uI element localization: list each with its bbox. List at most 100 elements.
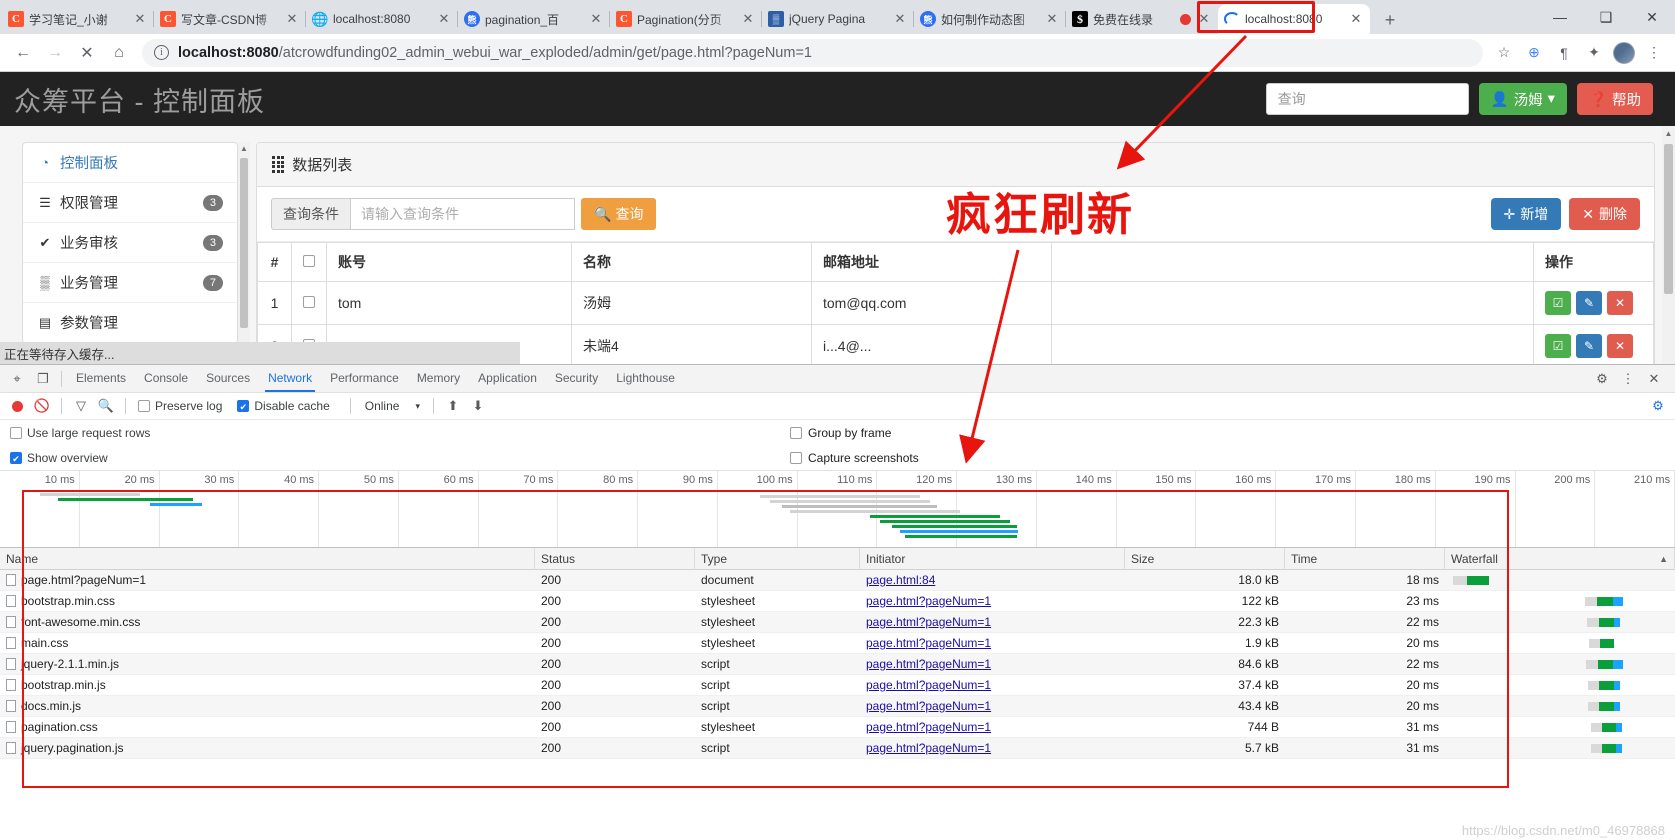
query-input[interactable] [350, 198, 575, 230]
tab-close-icon[interactable]: ✕ [1196, 11, 1212, 27]
request-initiator-link[interactable]: page.html?pageNum=1 [866, 738, 991, 759]
sidebar-scrollbar[interactable]: ▲ [238, 142, 250, 364]
request-row[interactable]: bootstrap.min.css 200 stylesheet page.html?… [0, 591, 1675, 612]
sidebar-item-3[interactable]: ✔ 业务审核 3 [23, 223, 237, 263]
page-scrollbar[interactable]: ▲ [1662, 126, 1675, 364]
th-type[interactable]: Type [695, 547, 860, 570]
gear-icon[interactable]: ⚙ [1589, 366, 1615, 392]
edit-icon[interactable]: ✎ [1576, 291, 1602, 315]
forward-button[interactable]: → [40, 38, 70, 68]
sidebar-item-4[interactable]: ▒ 业务管理 7 [23, 263, 237, 303]
row-checkbox[interactable] [303, 296, 315, 308]
request-name-cell[interactable]: page.html?pageNum=1 [0, 570, 535, 591]
request-initiator-link[interactable]: page.html?pageNum=1 [866, 675, 991, 696]
th-status[interactable]: Status [535, 547, 695, 570]
scroll-up-arrow-icon[interactable]: ▲ [238, 142, 250, 156]
row-checkbox-cell[interactable] [291, 281, 327, 325]
use-large-rows-checkbox[interactable]: Use large request rows [10, 426, 150, 440]
devtools-tab-lighthouse[interactable]: Lighthouse [607, 365, 684, 392]
user-menu-button[interactable]: 👤 汤姆 ▾ [1478, 83, 1567, 115]
browser-tab[interactable]: C 学习笔记_小谢 ✕ [2, 4, 154, 34]
reading-icon[interactable]: ¶ [1551, 40, 1577, 66]
group-by-frame-checkbox[interactable]: Group by frame [790, 426, 891, 440]
browser-tab[interactable]: 熊 pagination_百 ✕ [457, 4, 610, 34]
select-all-checkbox[interactable] [303, 255, 315, 267]
delete-icon[interactable]: ✕ [1607, 291, 1633, 315]
export-har-icon[interactable]: ⬇ [467, 395, 489, 417]
request-initiator[interactable]: page.html?pageNum=1 [860, 612, 1125, 633]
minimize-button[interactable]: — [1537, 0, 1583, 34]
preserve-log-box[interactable] [138, 400, 150, 412]
request-row[interactable]: bootstrap.min.js 200 script page.html?pageN… [0, 675, 1675, 696]
request-initiator-link[interactable]: page.html?pageNum=1 [866, 654, 991, 675]
kebab-icon[interactable]: ⋮ [1615, 366, 1641, 392]
delete-icon[interactable]: ✕ [1607, 334, 1633, 358]
request-initiator[interactable]: page.html?pageNum=1 [860, 738, 1125, 759]
record-icon[interactable] [6, 395, 28, 417]
th-initiator[interactable]: Initiator [860, 547, 1125, 570]
delete-button[interactable]: ✕ 删除 [1569, 198, 1640, 230]
th-size[interactable]: Size [1125, 547, 1285, 570]
request-initiator-link[interactable]: page.html:84 [866, 570, 935, 591]
request-row[interactable]: jquery-2.1.1.min.js 200 script page.html?pa… [0, 654, 1675, 675]
show-overview-box[interactable]: ✔ [10, 451, 22, 464]
request-row[interactable]: main.css 200 stylesheet page.html?pageNum=1… [0, 633, 1675, 654]
request-name-cell[interactable]: pagination.css [0, 717, 535, 738]
browser-menu-icon[interactable]: ⋮ [1641, 40, 1667, 66]
request-name-cell[interactable]: bootstrap.min.css [0, 591, 535, 612]
tab-close-icon[interactable]: ✕ [436, 11, 452, 27]
request-name-cell[interactable]: main.css [0, 633, 535, 654]
request-row[interactable]: font-awesome.min.css 200 stylesheet page.ht… [0, 612, 1675, 633]
browser-tab[interactable]: 熊如何制作动态图 ✕ [913, 4, 1066, 34]
request-name-cell[interactable]: docs.min.js [0, 696, 535, 717]
devtools-tab-sources[interactable]: Sources [197, 365, 259, 392]
disable-cache-checkbox[interactable]: ✔ Disable cache [237, 399, 330, 413]
col-checkbox[interactable] [291, 242, 327, 282]
help-button[interactable]: ❓ 帮助 [1576, 83, 1653, 115]
show-overview-checkbox[interactable]: ✔ Show overview [10, 451, 108, 465]
stop-loading-button[interactable]: ✕ [72, 38, 102, 68]
devtools-tab-application[interactable]: Application [469, 365, 546, 392]
request-initiator-link[interactable]: page.html?pageNum=1 [866, 633, 991, 654]
extensions-icon[interactable]: ✦ [1581, 40, 1607, 66]
tab-close-icon[interactable]: ✕ [1044, 11, 1060, 27]
tab-close-icon[interactable]: ✕ [132, 11, 148, 27]
request-row[interactable]: docs.min.js 200 script page.html?pageNum=1 4… [0, 696, 1675, 717]
home-button[interactable]: ⌂ [104, 38, 134, 68]
new-tab-button[interactable]: + [1376, 6, 1404, 34]
window-close-button[interactable]: ✕ [1629, 0, 1675, 34]
tab-close-icon[interactable]: ✕ [892, 11, 908, 27]
request-initiator[interactable]: page.html?pageNum=1 [860, 633, 1125, 654]
query-button[interactable]: 🔍 查询 [581, 198, 657, 230]
page-scroll-up-icon[interactable]: ▲ [1662, 126, 1675, 141]
table-row[interactable]: 1 tom 汤姆 tom@qq.com ☑ ✎ ✕ [257, 281, 1654, 325]
profile-avatar[interactable] [1611, 40, 1637, 66]
network-settings-gear-icon[interactable]: ⚙ [1647, 395, 1669, 417]
request-row[interactable]: pagination.css 200 stylesheet page.html?pag… [0, 717, 1675, 738]
sidebar-scroll-thumb[interactable] [240, 158, 248, 328]
request-name-cell[interactable]: bootstrap.min.js [0, 675, 535, 696]
th-waterfall[interactable]: Waterfall ▲ [1445, 547, 1675, 570]
request-initiator[interactable]: page.html?pageNum=1 [860, 675, 1125, 696]
request-initiator-link[interactable]: page.html?pageNum=1 [866, 696, 991, 717]
header-search-input[interactable] [1265, 83, 1469, 115]
browser-tab[interactable]: C Pagination(分页 ✕ [609, 4, 762, 34]
browser-tab[interactable]: ▒ jQuery Pagina ✕ [761, 4, 914, 34]
sidebar-item-1[interactable]: ◔ 控制面板 [23, 143, 237, 183]
search-icon[interactable]: 🔍 [95, 395, 117, 417]
page-scroll-thumb[interactable] [1664, 144, 1673, 294]
capture-screenshots-checkbox[interactable]: Capture screenshots [790, 451, 919, 465]
tab-close-icon[interactable]: ✕ [1348, 11, 1364, 27]
sidebar-item-2[interactable]: ☰ 权限管理 3 [23, 183, 237, 223]
filter-icon[interactable]: ▽ [70, 395, 92, 417]
request-initiator[interactable]: page.html:84 [860, 570, 1125, 591]
assign-icon[interactable]: ☑ [1545, 334, 1571, 358]
tab-close-icon[interactable]: ✕ [284, 11, 300, 27]
import-har-icon[interactable]: ⬆ [442, 395, 464, 417]
browser-tab[interactable]: $ 免费在线录 ✕ [1065, 4, 1218, 34]
assign-icon[interactable]: ☑ [1545, 291, 1571, 315]
address-bar[interactable]: i localhost:8080/atcrowdfunding02_admin_… [142, 38, 1483, 67]
use-large-rows-box[interactable] [10, 426, 22, 439]
back-button[interactable]: ← [8, 38, 38, 68]
site-info-icon[interactable]: i [154, 45, 169, 60]
